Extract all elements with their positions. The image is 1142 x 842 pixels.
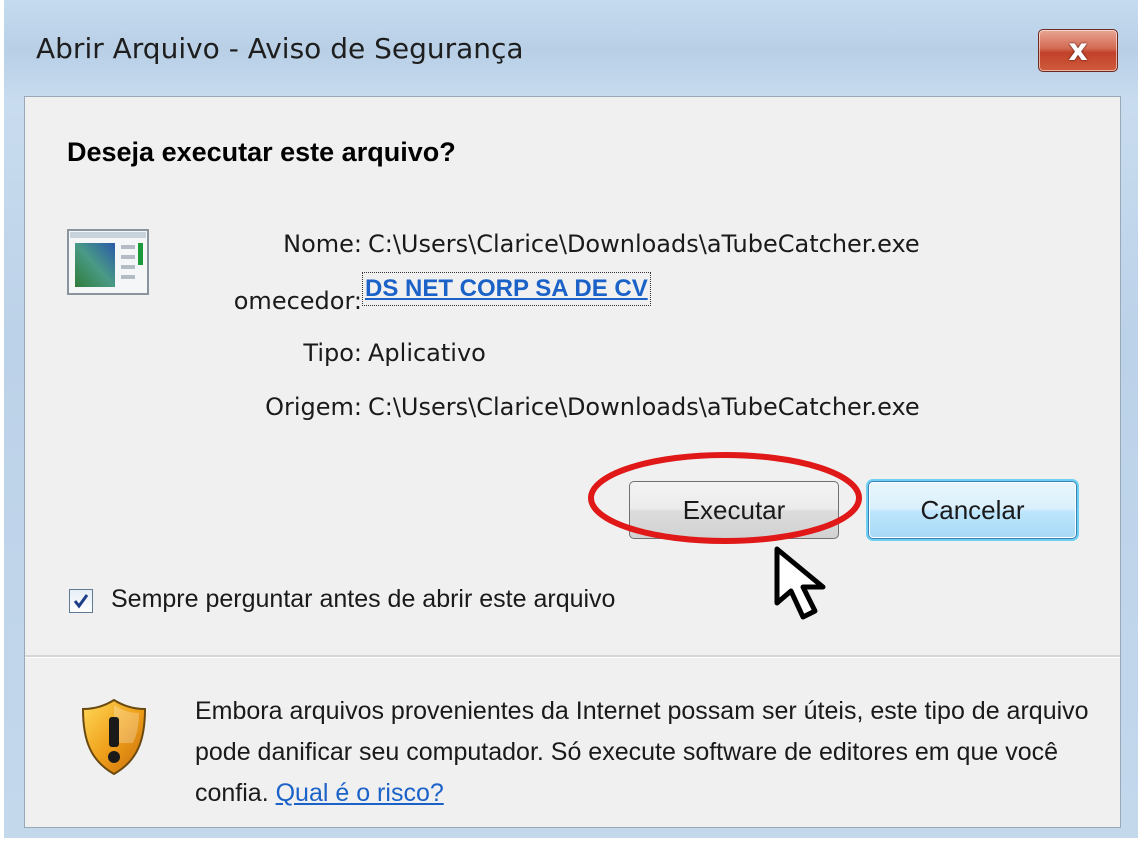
mouse-cursor-icon [774,546,826,620]
highlight-ellipse [588,452,862,544]
always-ask-checkbox[interactable] [69,589,93,613]
frame-edge-right [1138,0,1142,842]
publisher-link[interactable]: DS NET CORP SA DE CV [362,272,651,306]
frame-edge-left [0,0,4,842]
checkmark-icon [73,594,89,609]
always-ask-label: Sempre perguntar antes de abrir este arq… [111,585,616,613]
frame-edge-bottom [0,838,1142,842]
field-value-type: Aplicativo [368,339,486,367]
field-label-publisher: omecedor: [233,287,362,315]
field-value-name: C:\Users\Clarice\Downloads\aTubeCatcher.… [368,230,920,258]
dialog-panel: Deseja executar este arquivo? Nome: C:\U… [24,96,1121,828]
field-label-type: Tipo: [303,339,362,367]
cancel-button-label: Cancelar [920,494,1025,525]
section-divider [25,655,1120,658]
window-frame: Abrir Arquivo - Aviso de Segurança x Des… [0,0,1142,842]
dialog-question: Deseja executar este arquivo? [67,137,456,167]
field-label-origin: Origem: [265,393,362,421]
close-icon: x [1068,32,1088,68]
application-icon [67,229,149,295]
cancel-button[interactable]: Cancelar [868,481,1077,539]
warning-shield-icon [81,698,147,776]
what-is-the-risk-link[interactable]: Qual é o risco? [276,779,444,807]
field-label-name: Nome: [283,230,362,258]
field-value-origin: C:\Users\Clarice\Downloads\aTubeCatcher.… [368,393,920,421]
window-title: Abrir Arquivo - Aviso de Segurança [36,32,524,65]
close-button[interactable]: x [1038,29,1118,72]
security-warning-text: Embora arquivos provenientes da Internet… [195,691,1105,814]
